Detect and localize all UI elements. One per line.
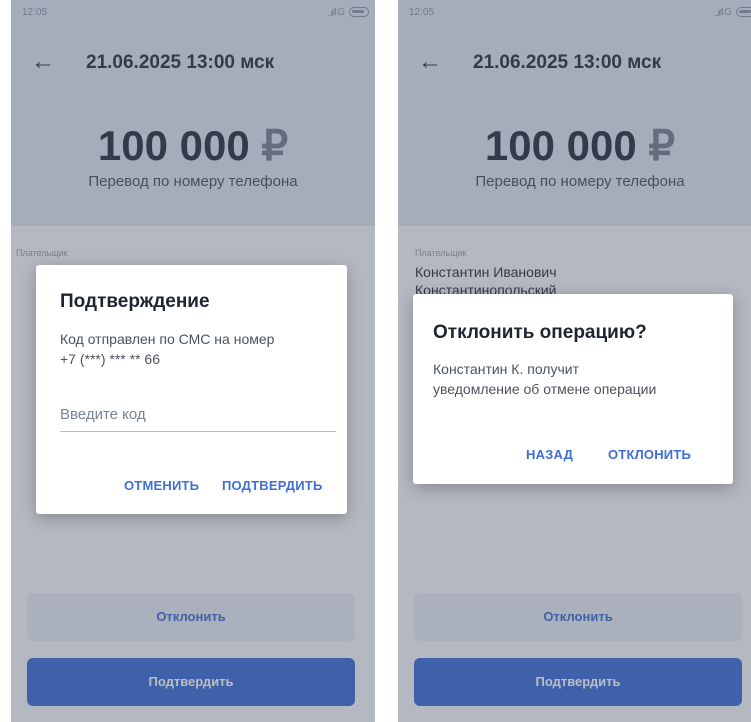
dialog-text-line2: уведомление об отмене операции [433,381,657,397]
dialog-confirm-button[interactable]: ПОДТВЕРДИТЬ [222,478,323,493]
dialog-text-line1: Константин К. получит [433,361,579,377]
code-input-field[interactable] [60,399,336,432]
dialog-decline-button[interactable]: ОТКЛОНИТЬ [608,447,691,462]
confirm-dialog: Подтверждение Код отправлен по СМС на но… [36,265,347,514]
back-button[interactable]: НАЗАД [526,447,573,462]
dialog-text-line1: Код отправлен по СМС на номер [60,331,275,347]
dialog-title: Отклонить операцию? [433,322,647,343]
code-input[interactable] [60,399,336,423]
dialog-title: Подтверждение [60,291,210,312]
cancel-button[interactable]: ОТМЕНИТЬ [124,478,199,493]
decline-dialog: Отклонить операцию? Константин К. получи… [413,294,733,484]
dialog-text-line2: +7 (***) *** ** 66 [60,351,161,367]
